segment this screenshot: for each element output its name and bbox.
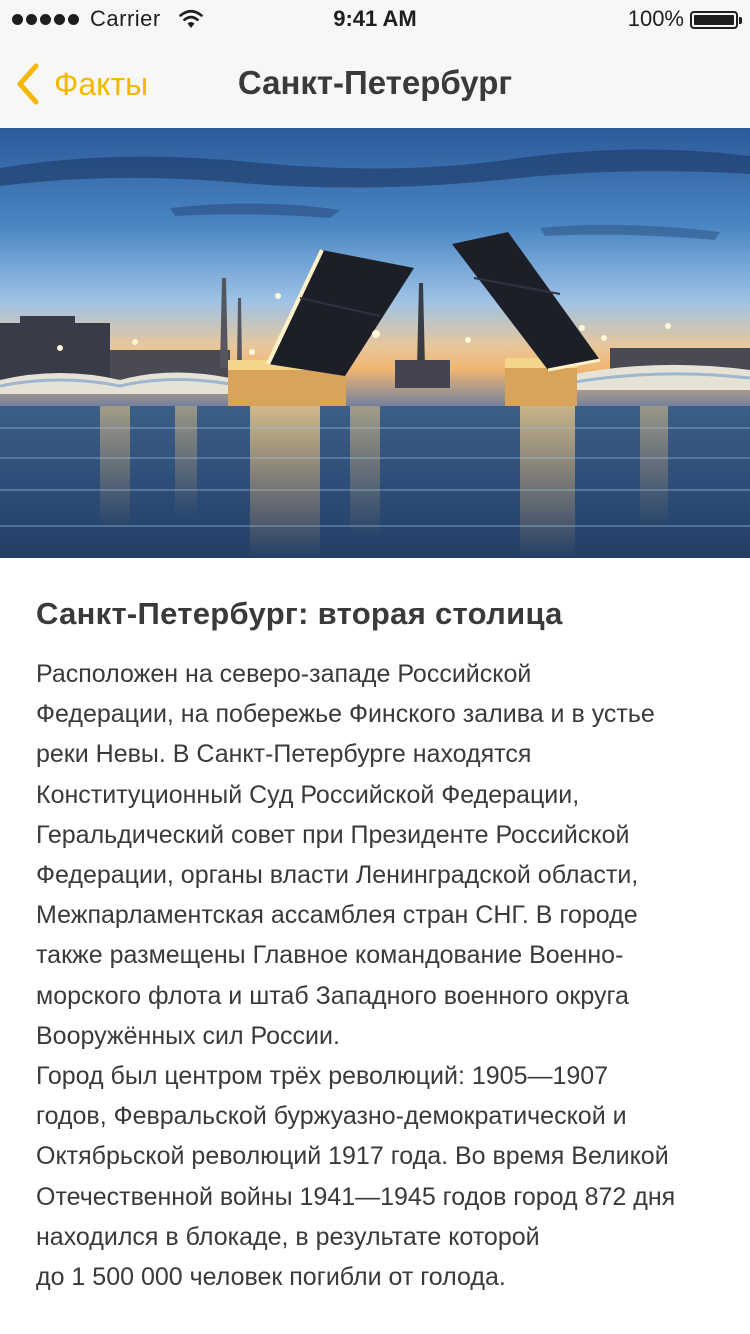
status-bar: Carrier 9:41 AM 100%: [0, 0, 750, 40]
article-line: морского флота и штаб Западного военного…: [36, 981, 629, 1010]
article-line: находился в блокаде, в результате которо…: [36, 1222, 540, 1251]
article-body: Расположен на северо-западе Российской Ф…: [36, 654, 726, 1297]
article-line: Межпарламентская ассамблея стран СНГ. В …: [36, 901, 638, 930]
article-line: также размещены Главное командование Вое…: [36, 941, 624, 970]
article-line: Расположен на северо-западе Российской: [36, 660, 532, 688]
battery-percentage: 100%: [627, 6, 684, 31]
raised-drawbridge-photo-icon: [0, 128, 750, 558]
battery-icon: [690, 11, 742, 29]
article: Санкт-Петербург: вторая столица Располож…: [36, 592, 726, 1297]
page-title: Санкт-Петербург: [237, 64, 513, 101]
article-line: реки Невы. В Санкт-Петербурге находятся: [36, 740, 532, 769]
article-line: годов, Февральской буржуазно-демократиче…: [36, 1102, 627, 1131]
article-line: Федерации, на побережье Финского залива …: [36, 700, 655, 729]
article-line: Город был центром трёх революций: 1905—1…: [36, 1062, 609, 1091]
article-line: Геральдический совет при Президенте Росс…: [36, 820, 630, 849]
article-line: Вооружённых сил России.: [36, 1021, 340, 1050]
navigation-bar: Факты Санкт-Петербург: [0, 40, 750, 128]
article-line: Октябрьской революций 1917 года. Во врем…: [36, 1142, 669, 1171]
article-title: Санкт-Петербург: вторая столица: [36, 596, 563, 631]
article-line: до 1 500 000 человек погибли от голода.: [36, 1263, 506, 1292]
article-line: Отечественной войны 1941—1945 годов горо…: [36, 1182, 676, 1211]
hero-image: [0, 128, 750, 558]
article-line: Конституционный Суд Российской Федерации…: [36, 780, 580, 809]
article-line: Федерации, органы власти Ленинградской о…: [36, 861, 639, 890]
